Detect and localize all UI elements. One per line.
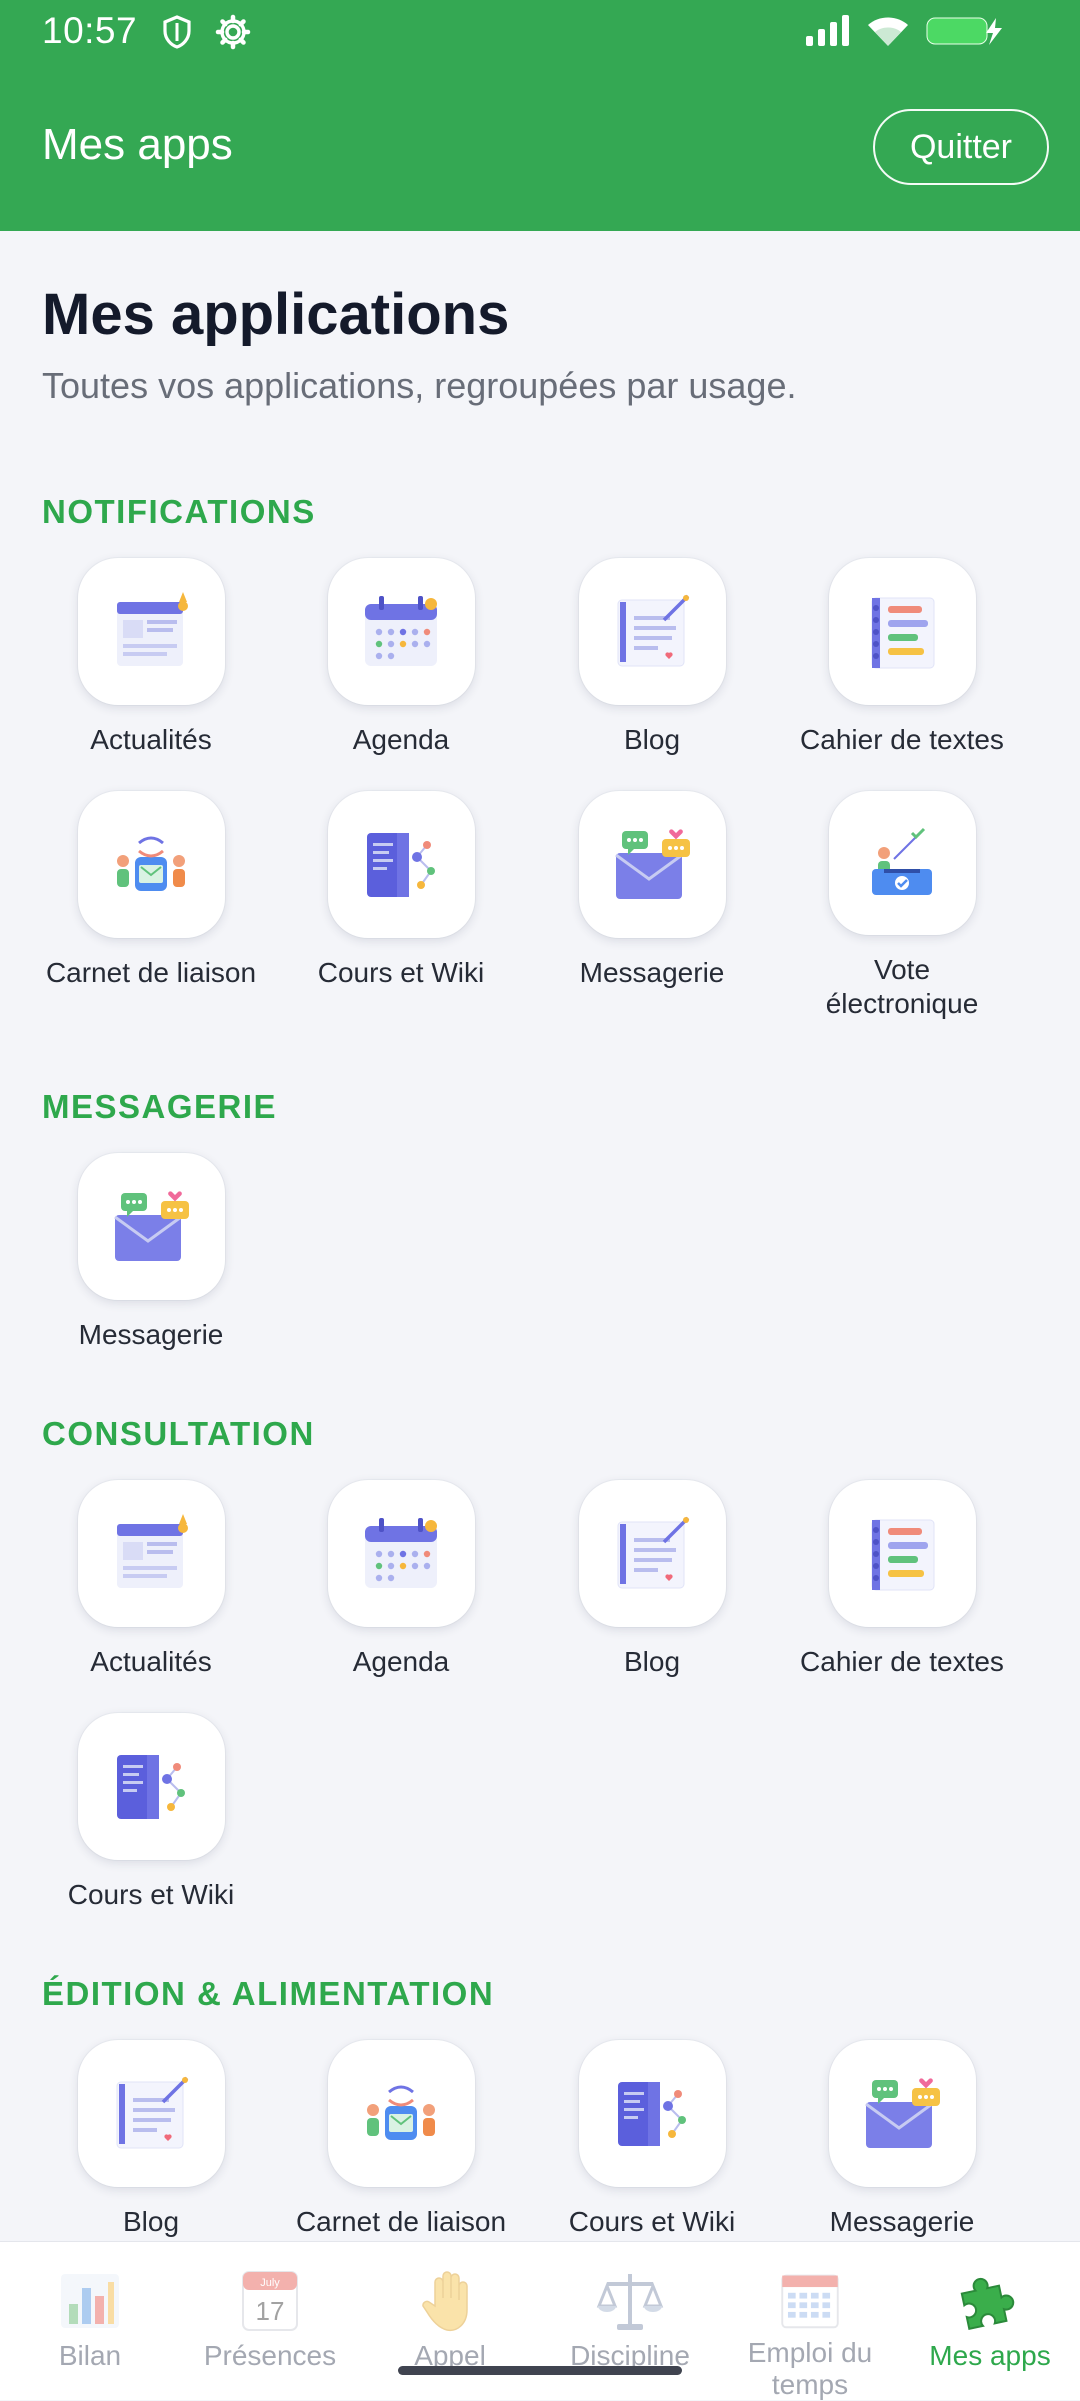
calendar-day-icon: July 17: [242, 2271, 298, 2331]
raised-hand-icon: [422, 2271, 468, 2332]
liaison-icon: [77, 791, 225, 938]
status-bar: 10:57: [0, 0, 1080, 62]
home-indicator[interactable]: [398, 2366, 682, 2375]
blog-icon: [578, 558, 726, 705]
app-tile-actualites[interactable]: Actualités: [26, 1480, 276, 1710]
calendar-icon: [327, 1480, 475, 1627]
wiki-icon: [77, 1713, 225, 1860]
news-icon: [77, 558, 225, 705]
app-tile-messagerie[interactable]: Messagerie: [527, 791, 777, 1021]
app-tile-messagerie[interactable]: Messagerie: [26, 1153, 276, 1383]
status-time: 10:57: [42, 10, 138, 51]
app-label: Agenda: [352, 724, 450, 755]
nav-item-appel[interactable]: Appel: [360, 2242, 540, 2401]
app-label: Blog: [122, 2206, 180, 2237]
app-label: Cahier de textes: [800, 724, 1004, 755]
app-label: Blog: [623, 724, 681, 755]
page-subtitle: Toutes vos applications, regroupées par …: [42, 365, 797, 406]
nav-item-presences[interactable]: July 17 Présences: [180, 2242, 360, 2401]
mail-icon: [578, 791, 726, 938]
blog-icon: [77, 2040, 225, 2187]
app-label: Blog: [623, 1646, 681, 1677]
bar-chart-icon: [61, 2274, 119, 2328]
app-label: Vote électronique: [825, 954, 979, 1019]
app-tile-cours-et-wiki[interactable]: Cours et Wiki: [26, 1713, 276, 1943]
nav-item-discipline[interactable]: Discipline: [540, 2242, 720, 2401]
wiki-icon: [578, 2040, 726, 2187]
mail-icon: [828, 2040, 976, 2187]
app-tile-blog[interactable]: Blog: [26, 2040, 276, 2241]
nav-label: Bilan: [58, 2340, 122, 2371]
nav-item-emploi-du-temps[interactable]: Emploi du temps: [720, 2242, 900, 2401]
calendar-month: July: [260, 2277, 280, 2289]
section-title-edition-alimentation: ÉDITION & ALIMENTATION: [42, 1975, 495, 2012]
app-label: Messagerie: [579, 957, 725, 988]
scales-icon: [596, 2274, 664, 2330]
quit-button[interactable]: Quitter: [873, 109, 1049, 185]
liaison-icon: [327, 2040, 475, 2187]
app-label: Messagerie: [78, 1319, 224, 1350]
calendar-icon: [327, 558, 475, 705]
section-title-messagerie: MESSAGERIE: [42, 1088, 278, 1125]
wifi-icon: [864, 12, 912, 55]
page-title: Mes applications: [42, 282, 510, 347]
nav-label: Présences: [203, 2340, 337, 2371]
shield-icon: [160, 14, 194, 55]
app-tile-cours-et-wiki[interactable]: Cours et Wiki: [527, 2040, 777, 2241]
puzzle-icon: [960, 2277, 1015, 2330]
app-tile-agenda[interactable]: Agenda: [276, 1480, 526, 1710]
nav-item-bilan[interactable]: Bilan: [0, 2242, 180, 2401]
app-tile-messagerie[interactable]: Messagerie: [777, 2040, 1027, 2241]
notebook-icon: [828, 1480, 976, 1627]
app-label: Agenda: [352, 1646, 450, 1677]
app-tile-cahier-de-textes[interactable]: Cahier de textes: [777, 558, 1027, 788]
gear-icon: [214, 13, 252, 56]
nav-label: Emploi du temps: [747, 2337, 873, 2400]
app-tile-blog[interactable]: Blog: [527, 1480, 777, 1710]
notebook-icon: [828, 558, 976, 705]
vote-icon: [828, 791, 976, 935]
app-tile-carnet-de-liaison[interactable]: Carnet de liaison: [276, 2040, 526, 2241]
mail-icon: [77, 1153, 225, 1300]
timetable-icon: [781, 2274, 839, 2329]
app-header: 10:57 Mes apps Quitter: [0, 0, 1080, 231]
app-tile-vote-electronique[interactable]: Vote électronique: [777, 791, 1027, 1021]
app-tile-carnet-de-liaison[interactable]: Carnet de liaison: [26, 791, 276, 1021]
app-tile-actualites[interactable]: Actualités: [26, 558, 276, 788]
section-title-consultation: CONSULTATION: [42, 1415, 315, 1452]
calendar-day: 17: [256, 2296, 285, 2326]
app-label: Actualités: [90, 1646, 212, 1677]
app-label: Cours et Wiki: [317, 957, 485, 988]
app-label: Cahier de textes: [800, 1646, 1004, 1677]
app-tile-blog[interactable]: Blog: [527, 558, 777, 788]
battery-charging-icon: [926, 14, 1006, 53]
section-title-notifications: NOTIFICATIONS: [42, 493, 316, 530]
nav-label: Mes apps: [929, 2340, 1051, 2371]
nav-item-mes-apps[interactable]: Mes apps: [900, 2242, 1080, 2401]
app-label: Actualités: [90, 724, 212, 755]
app-label: Carnet de liaison: [45, 957, 257, 988]
bottom-nav: Bilan July 17 Présences Appel Discipline: [0, 2241, 1080, 2400]
app-label: Carnet de liaison: [295, 2206, 507, 2237]
signal-icon: [804, 14, 852, 53]
blog-icon: [578, 1480, 726, 1627]
apps-content[interactable]: Mes applications Toutes vos applications…: [0, 231, 1080, 2241]
wiki-icon: [327, 791, 475, 938]
app-label: Cours et Wiki: [568, 2206, 736, 2237]
app-tile-cours-et-wiki[interactable]: Cours et Wiki: [276, 791, 526, 1021]
app-tile-cahier-de-textes[interactable]: Cahier de textes: [777, 1480, 1027, 1710]
app-bar-title: Mes apps: [42, 120, 233, 169]
news-icon: [77, 1480, 225, 1627]
app-tile-agenda[interactable]: Agenda: [276, 558, 526, 788]
app-label: Cours et Wiki: [67, 1879, 235, 1910]
app-label: Messagerie: [829, 2206, 975, 2237]
